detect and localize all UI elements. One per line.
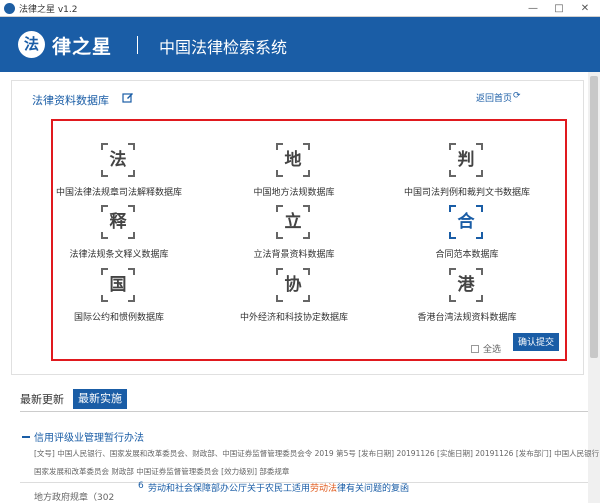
app-icon [4,3,15,14]
checkbox-icon[interactable] [471,345,479,353]
db-label: 中国法律法规章司法解释数据库 [55,188,182,198]
article-meta: [文号] 中国人民银行、国家发展和改革委员会、财政部、中国证券监督管理委员会令 … [34,449,600,458]
db-label: 中外经济和科技协定数据库 [239,313,348,323]
back-home-icon[interactable]: ⟳ [513,91,521,101]
db-label: 合同范本数据库 [435,250,499,260]
db-article-interpretation[interactable]: 释 法律法规条文释义数据库 [29,205,209,265]
select-all-checkbox[interactable]: 全选 [471,342,501,355]
maximize-button[interactable]: □ [546,0,572,17]
local-char-icon: 地 [276,143,310,177]
law-char-icon: 法 [101,143,135,177]
logo-icon: 法 [18,31,45,58]
system-title: 中国法律检索系统 [159,38,288,57]
contract-char-icon: 合 [449,205,483,239]
nation-char-icon: 国 [101,268,135,302]
db-label: 立法背景资料数据库 [253,250,335,260]
tab-latest-effective[interactable]: 最新实施 [73,389,127,409]
db-law-regulations[interactable]: 法 中国法律法规章司法解释数据库 [29,143,209,203]
interpret-char-icon: 释 [101,205,135,239]
edit-icon [122,93,133,103]
news-text: 劳动和社会保障部办公厅关于农民工适用 [148,484,311,494]
tab-latest-updates[interactable]: 最新更新 [20,392,72,408]
brand-name: 律之星 [52,36,113,58]
select-all-label: 全选 [483,345,502,355]
section-title: 法律资料数据库 [32,94,109,107]
db-label: 香港台湾法规资料数据库 [417,313,517,323]
tab-divider [20,411,588,412]
scrollbar-thumb[interactable] [590,76,598,358]
db-label: 法律法规条文释义数据库 [69,250,169,260]
db-label: 国际公约和惯例数据库 [73,313,164,323]
harbor-char-icon: 港 [449,268,483,302]
db-international-conventions[interactable]: 国 国际公约和惯例数据库 [29,268,209,328]
db-judicial-cases[interactable]: 判 中国司法判例和裁判文书数据库 [377,143,557,203]
minimize-button[interactable]: — [520,0,546,17]
db-legislative-background[interactable]: 立 立法背景资料数据库 [204,205,384,265]
article-title-link[interactable]: 信用评级业管理暂行办法 [34,429,144,444]
db-label: 中国地方法规数据库 [253,188,335,198]
header-divider [137,36,138,54]
back-home-link[interactable]: 返回首页 [476,91,512,104]
article-meta-continued: 国家发展和改革委员会 财政部 中国证券监督管理委员会 [效力级别] 部委规章 [34,467,290,476]
legislation-char-icon: 立 [276,205,310,239]
app-header: 法 律之星 中国法律检索系统 [0,17,600,72]
article-bullet [22,436,30,438]
db-label: 中国司法判例和裁判文书数据库 [403,188,530,198]
news-link[interactable]: 劳动和社会保障部办公厅关于农民工适用劳动法律有关问题的复函 [148,481,409,494]
judgment-char-icon: 判 [449,143,483,177]
news-text-end: 律有关问题的复函 [337,484,410,494]
db-contract-templates[interactable]: 合 合同范本数据库 [377,205,557,265]
title-bar: 法律之星 v1.2 — □ ✕ [0,0,600,17]
db-sino-foreign-agreements[interactable]: 协 中外经济和科技协定数据库 [204,268,384,328]
news-highlight: 劳动法 [310,484,338,494]
close-button[interactable]: ✕ [572,0,598,17]
db-hk-taiwan-regulations[interactable]: 港 香港台湾法规资料数据库 [377,268,557,328]
confirm-submit-button[interactable]: 确认提交 [513,333,559,351]
agreement-char-icon: 协 [276,268,310,302]
window-title: 法律之星 v1.2 [19,5,78,15]
vertical-scrollbar[interactable] [588,72,600,503]
db-local-regulations[interactable]: 地 中国地方法规数据库 [204,143,384,203]
news-index: 6 [138,481,144,491]
local-rules-category[interactable]: 地方政府规章（302 [34,490,114,503]
